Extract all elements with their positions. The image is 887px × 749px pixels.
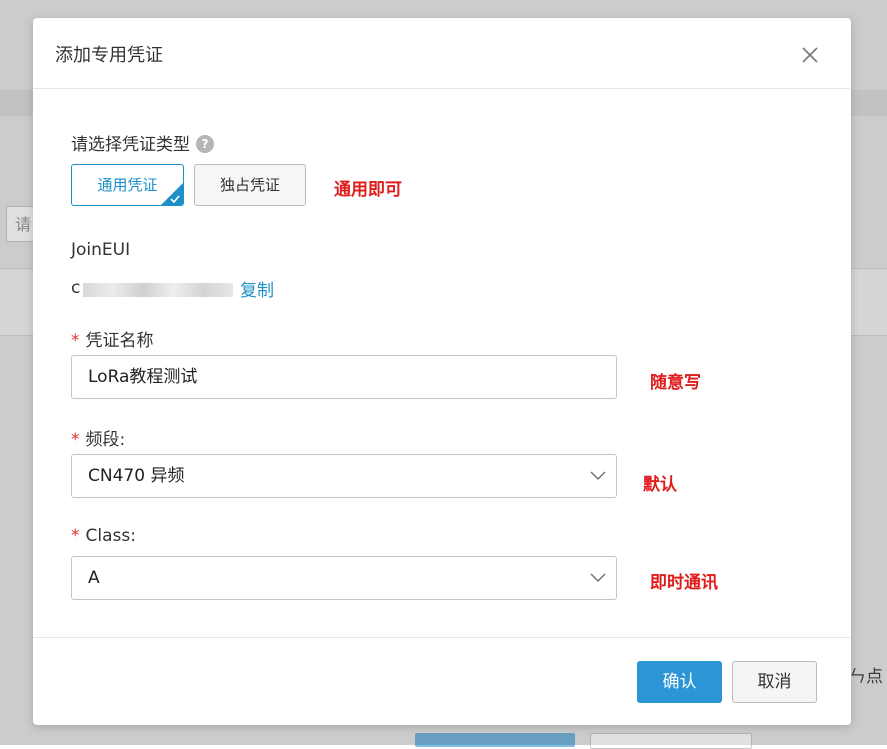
class-select[interactable]: A xyxy=(71,556,617,600)
class-annotation: 即时通讯 xyxy=(650,573,718,593)
credential-type-annotation: 通用即可 xyxy=(334,180,402,200)
credential-type-common-button[interactable]: 通用凭证 xyxy=(71,164,184,206)
credential-name-label: * 凭证名称 xyxy=(71,326,154,351)
required-mark: * xyxy=(71,331,80,351)
frequency-band-label: * 频段: xyxy=(71,425,125,450)
class-label: * Class: xyxy=(71,526,136,546)
credential-name-label-text: 凭证名称 xyxy=(85,331,154,351)
check-icon xyxy=(170,195,180,203)
credential-type-exclusive-button[interactable]: 独占凭证 xyxy=(194,164,306,206)
credential-type-exclusive-label: 独占凭证 xyxy=(219,176,280,194)
frequency-band-label-text: 频段: xyxy=(85,430,126,450)
add-credential-modal: 添加专用凭证 请选择凭证类型? 通用凭证 独占凭证 通用即可 JoinEUI c… xyxy=(33,18,851,725)
required-mark: * xyxy=(71,526,80,546)
frequency-band-select[interactable]: CN470 异频 xyxy=(71,454,617,498)
join-eui-label: JoinEUI xyxy=(71,240,131,260)
cancel-button[interactable]: 取消 xyxy=(732,661,817,703)
required-mark: * xyxy=(71,430,80,450)
credential-name-annotation: 随意写 xyxy=(650,373,701,393)
frequency-band-value: CN470 异频 xyxy=(88,466,185,486)
credential-type-common-label: 通用凭证 xyxy=(97,176,158,194)
question-circle-icon[interactable]: ? xyxy=(196,135,214,153)
class-label-text: Class: xyxy=(85,526,136,546)
credential-name-input[interactable]: LoRa教程测试 xyxy=(71,355,617,399)
modal-header: 添加专用凭证 xyxy=(33,18,851,89)
modal-title: 添加专用凭证 xyxy=(55,45,163,66)
confirm-button[interactable]: 确认 xyxy=(637,661,722,703)
frequency-band-annotation: 默认 xyxy=(643,475,677,495)
join-eui-masked-value xyxy=(83,283,233,297)
credential-type-label-text: 请选择凭证类型 xyxy=(71,135,190,155)
chevron-down-icon xyxy=(590,573,606,582)
close-icon xyxy=(802,47,818,63)
chevron-down-icon xyxy=(590,471,606,480)
class-value: A xyxy=(88,568,100,588)
credential-type-label: 请选择凭证类型? xyxy=(71,130,214,155)
copy-link[interactable]: 复制 xyxy=(240,276,274,301)
modal-footer: 确认 取消 xyxy=(33,637,851,726)
close-button[interactable] xyxy=(798,43,822,67)
join-eui-value-prefix: c xyxy=(71,278,81,298)
